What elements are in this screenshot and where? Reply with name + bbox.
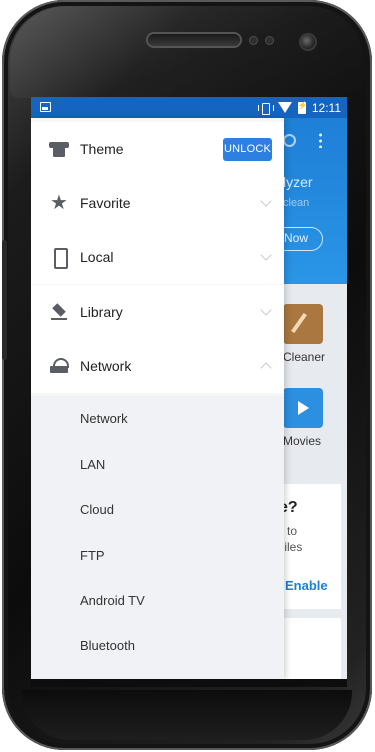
- analyzer-title: lyzer: [283, 174, 313, 190]
- sub-item-cloud[interactable]: Cloud: [31, 487, 284, 532]
- more-options-icon[interactable]: [319, 132, 322, 148]
- wifi-icon: [277, 102, 292, 113]
- sub-item-label: Network: [80, 411, 128, 426]
- chevron-down-icon: [260, 249, 272, 261]
- cleaner-label: Cleaner: [283, 350, 326, 364]
- cleaner-icon[interactable]: [283, 304, 323, 344]
- analyzer-subtitle: clean: [283, 197, 310, 209]
- drawer-item-label: Favorite: [80, 195, 131, 211]
- vibrate-icon: [257, 102, 274, 115]
- search-icon[interactable]: [283, 134, 296, 147]
- shirt-icon: [49, 139, 69, 159]
- front-camera-icon: [301, 35, 315, 49]
- proximity-sensor: [250, 37, 257, 44]
- sub-item-android-tv[interactable]: Android TV: [31, 578, 284, 623]
- sub-item-bluetooth[interactable]: Bluetooth: [31, 623, 284, 668]
- drawer-item-label: Theme: [80, 141, 124, 157]
- bottom-bezel: [22, 690, 352, 740]
- light-sensor: [266, 37, 273, 44]
- sub-item-label: LAN: [80, 457, 106, 472]
- sub-item-label: Bluetooth: [80, 638, 135, 653]
- chevron-up-icon: [260, 362, 272, 374]
- drawer-item-label: Network: [80, 358, 132, 374]
- router-icon: [49, 356, 69, 376]
- sub-item-label: FTP: [80, 548, 105, 563]
- movies-label: Movies: [283, 434, 322, 448]
- phone-glare: [10, 6, 364, 98]
- battery-charging-icon: [297, 101, 308, 114]
- drawer-item-theme[interactable]: Theme UNLOCK: [31, 122, 284, 176]
- screen-bottom-edge: [31, 679, 347, 687]
- sub-item-lan[interactable]: LAN: [31, 442, 284, 487]
- phone-icon: [49, 247, 69, 269]
- drawer-item-favorite[interactable]: ★ Favorite: [31, 176, 284, 230]
- sub-item-network[interactable]: Network: [31, 396, 284, 441]
- image-notification-icon: [40, 102, 51, 112]
- promo-card-line1: to: [287, 524, 298, 538]
- enable-button[interactable]: Enable: [285, 578, 328, 593]
- screen: 12:11 lyzer clean Now Cleaner Movies e? …: [31, 97, 347, 679]
- layers-icon: [49, 302, 69, 322]
- navigation-drawer: Theme UNLOCK ★ Favorite Local Library Ne…: [31, 118, 284, 679]
- network-sub-list: Network LAN Cloud FTP Android TV Bluetoo…: [31, 396, 284, 679]
- drawer-item-library[interactable]: Library: [31, 285, 284, 339]
- status-time: 12:11: [311, 100, 341, 115]
- drawer-item-label: Library: [80, 304, 123, 320]
- unlock-button[interactable]: UNLOCK: [223, 137, 272, 161]
- drawer-item-local[interactable]: Local: [31, 230, 284, 284]
- drawer-item-label: Local: [80, 249, 114, 265]
- sub-item-label: Android TV: [80, 593, 145, 608]
- status-bar: 12:11: [31, 97, 347, 118]
- star-icon: ★: [50, 192, 68, 214]
- earpiece-speaker: [148, 34, 240, 46]
- sub-item-label: Cloud: [80, 502, 114, 517]
- chevron-down-icon: [260, 304, 272, 316]
- status-icons: 12:11: [257, 99, 341, 116]
- drawer-item-network[interactable]: Network: [31, 339, 284, 393]
- sub-item-ftp[interactable]: FTP: [31, 533, 284, 578]
- side-button: [2, 240, 7, 360]
- movies-icon[interactable]: [283, 388, 323, 428]
- chevron-down-icon: [260, 195, 272, 207]
